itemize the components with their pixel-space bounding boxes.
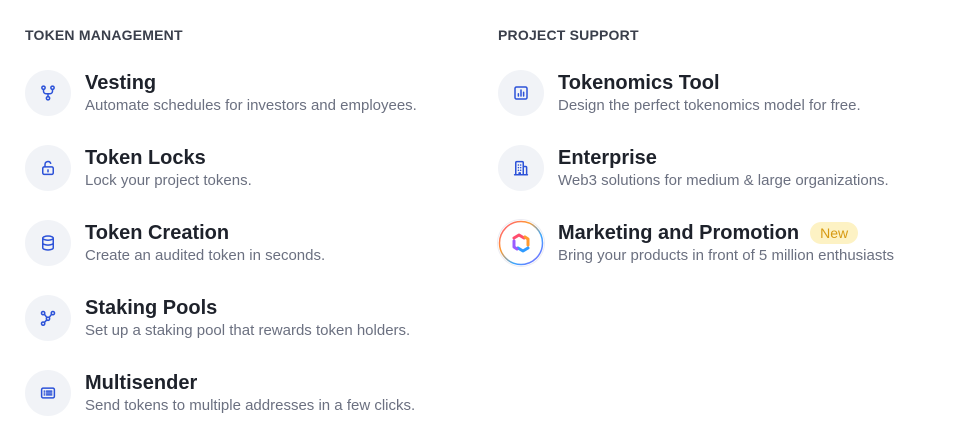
menu-item-token-creation[interactable]: Token Creation Create an audited token i… [25,220,485,295]
menu-item-title: Enterprise [558,147,657,169]
menu-item-description: Bring your products in front of 5 millio… [558,247,894,264]
list-icon [25,370,71,416]
menu-item-text: Vesting Automate schedules for investors… [85,70,417,116]
branch-icon [25,70,71,116]
menu-item-text: Tokenomics Tool Design the perfect token… [558,70,861,116]
token-management-section: TOKEN MANAGEMENT Vesting Automate schedu… [25,26,485,445]
menu-item-multisender[interactable]: Multisender Send tokens to multiple addr… [25,370,485,445]
menu-item-description: Set up a staking pool that rewards token… [85,322,411,339]
menu-item-description: Lock your project tokens. [85,172,252,189]
menu-item-text: Enterprise Web3 solutions for medium & l… [558,145,889,191]
menu-item-text: Token Locks Lock your project tokens. [85,145,252,191]
menu-item-marketing-promotion[interactable]: Marketing and Promotion New Bring your p… [498,220,938,295]
menu-item-title: Vesting [85,72,157,94]
building-icon [498,145,544,191]
menu-item-title: Tokenomics Tool [558,72,720,94]
menu-item-title: Token Locks [85,147,206,169]
bar-chart-icon [498,70,544,116]
menu-item-title: Staking Pools [85,297,218,319]
menu-item-text: Multisender Send tokens to multiple addr… [85,370,415,416]
menu-item-text: Marketing and Promotion New Bring your p… [558,220,894,266]
nodes-icon [25,295,71,341]
menu-item-enterprise[interactable]: Enterprise Web3 solutions for medium & l… [498,145,938,220]
menu-item-description: Web3 solutions for medium & large organi… [558,172,889,189]
section-title-project-support: PROJECT SUPPORT [498,27,639,43]
menu-item-description: Automate schedules for investors and emp… [85,97,417,114]
menu-item-title-row: Marketing and Promotion New [558,221,894,245]
menu-item-description: Design the perfect tokenomics model for … [558,97,861,114]
menu-item-title: Marketing and Promotion [558,222,800,244]
menu-item-vesting[interactable]: Vesting Automate schedules for investors… [25,70,485,145]
project-support-section: PROJECT SUPPORT Tokenomics Tool Design t… [498,26,938,295]
menu-item-tokenomics-tool[interactable]: Tokenomics Tool Design the perfect token… [498,70,938,145]
database-icon [25,220,71,266]
menu-item-description: Send tokens to multiple addresses in a f… [85,397,416,414]
new-badge: New [810,222,859,244]
menu-item-description: Create an audited token in seconds. [85,247,326,264]
menu-item-text: Staking Pools Set up a staking pool that… [85,295,410,341]
brand-logo-icon [498,220,544,266]
section-title-token-management: TOKEN MANAGEMENT [25,27,183,43]
menu-item-text: Token Creation Create an audited token i… [85,220,325,266]
lock-icon [25,145,71,191]
menu-item-title: Token Creation [85,222,230,244]
menu-item-token-locks[interactable]: Token Locks Lock your project tokens. [25,145,485,220]
menu-item-staking-pools[interactable]: Staking Pools Set up a staking pool that… [25,295,485,370]
menu-item-title: Multisender [85,372,198,394]
